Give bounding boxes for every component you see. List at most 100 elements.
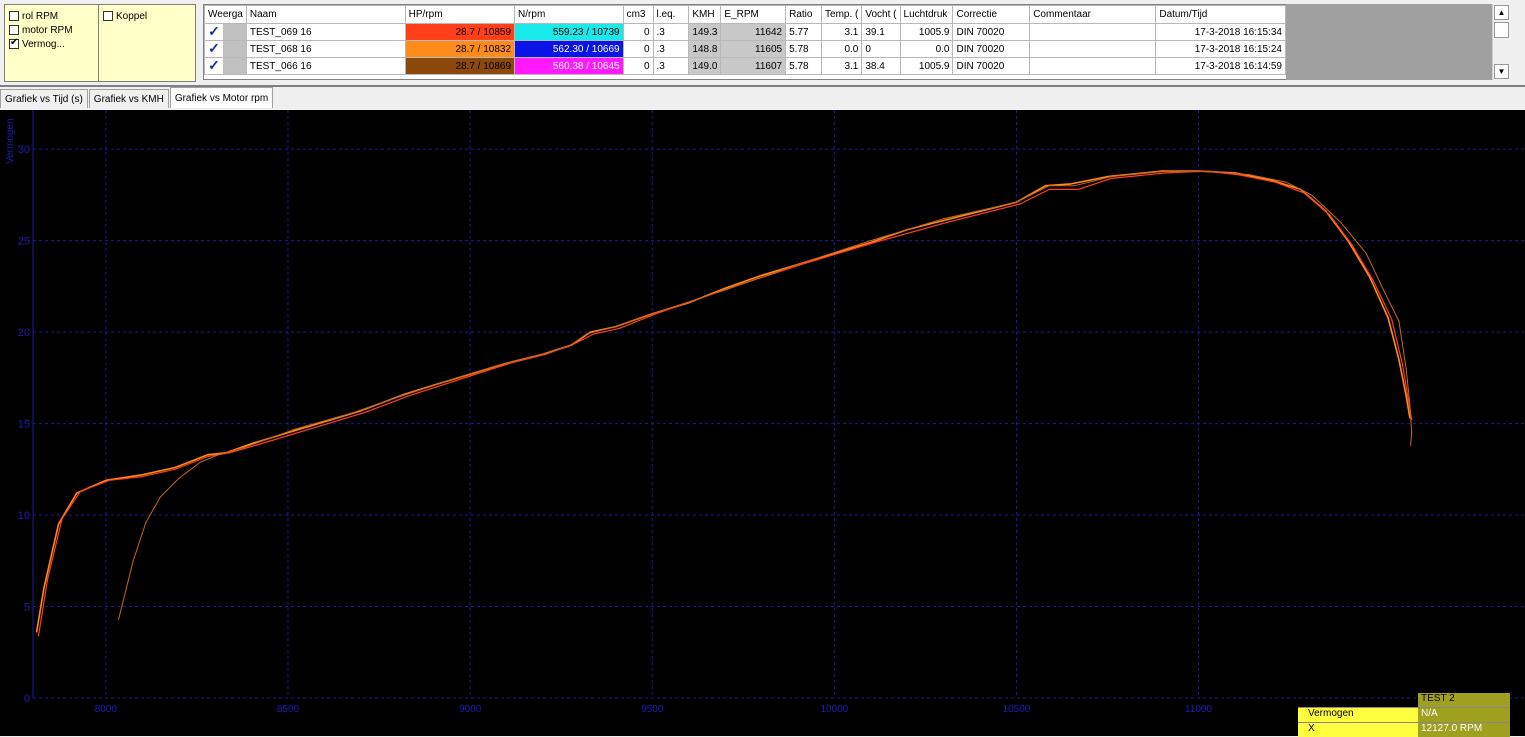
tab-0[interactable]: Grafiek vs Tijd (s): [0, 89, 88, 108]
cell-name: TEST_068 16: [245, 40, 406, 58]
column-header[interactable]: Weerga: [204, 5, 247, 24]
column-header[interactable]: Correctie: [952, 5, 1031, 24]
power-chart[interactable]: 8000 8500 9000 9500 10000 10500 11000 0 5 10 15 20 2…: [0, 110, 1525, 736]
cell-cm3: 0: [622, 57, 654, 75]
mid_panel-checkbox-0[interactable]: Koppel: [103, 9, 147, 23]
cell-ratio: 5.78: [785, 57, 823, 75]
series-2-point: [178, 477, 180, 479]
column-header[interactable]: Vocht (: [861, 5, 901, 24]
table-row[interactable]: ✓ TEST_069 16 28.7 / 10859 559.23 / 10739 0.…: [204, 23, 1286, 41]
series-2-point: [123, 596, 125, 598]
column-header[interactable]: N/rpm: [514, 5, 624, 24]
test-grid[interactable]: Weerga Naam HP/rpm N/rpm cm3 l.eq. KMH E_RPM Rat…: [203, 4, 1287, 80]
column-header[interactable]: Naam: [245, 5, 406, 24]
column-header[interactable]: Temp. (: [821, 5, 863, 24]
cell-vocht: 39.1: [861, 23, 901, 41]
checkbox-icon[interactable]: [9, 25, 19, 35]
column-header[interactable]: Commentaar: [1029, 5, 1157, 24]
y-tick-label: 25: [18, 236, 30, 248]
cell-n: 562.30 / 10669: [514, 40, 624, 58]
series-1-point: [1274, 181, 1276, 183]
series-0-point: [1398, 359, 1400, 361]
left_panel-checkbox-0[interactable]: rol RPM: [9, 9, 58, 23]
series-1-point: [1402, 364, 1404, 366]
visible-check-cell[interactable]: ✓: [204, 40, 247, 58]
cell-temp: 3.1: [821, 57, 863, 75]
cell-name: TEST_069 16: [245, 23, 406, 41]
series-2-point: [1074, 185, 1076, 187]
y-tick-label: 5: [24, 602, 30, 614]
check-icon[interactable]: ✓: [205, 25, 223, 40]
series-0-point: [1369, 276, 1371, 278]
series-1-point: [618, 327, 620, 329]
series-1-point: [469, 375, 471, 377]
visible-check-cell[interactable]: ✓: [204, 57, 247, 75]
graph-tabs: Grafiek vs Tijd (s) Grafiek vs KMH Grafiek…: [0, 87, 274, 109]
series-1-point: [37, 635, 39, 637]
legend-header: TEST 2: [1298, 693, 1510, 707]
series-2-point: [132, 560, 134, 562]
cell-temp: 3.1: [821, 23, 863, 41]
cell-kmh: 149.0: [688, 57, 722, 75]
tab-2[interactable]: Grafiek vs Motor rpm: [169, 87, 274, 108]
column-header[interactable]: Ratio: [785, 5, 823, 24]
left_panel-checkbox-1[interactable]: motor RPM: [9, 23, 73, 37]
series-2-point: [724, 289, 726, 291]
scroll-up-icon[interactable]: ▲: [1494, 5, 1509, 20]
column-header[interactable]: Datum/Tijd: [1155, 5, 1286, 24]
left_panel-checkbox-2[interactable]: Vermog...: [9, 37, 65, 51]
table-row[interactable]: ✓ TEST_068 16 28.7 / 10832 562.30 / 10669 0.…: [204, 40, 1286, 58]
series-2-point: [1311, 194, 1313, 196]
series-2-point: [506, 362, 508, 364]
series-0-point: [105, 479, 107, 481]
checkbox-icon[interactable]: [103, 11, 113, 21]
y-tick-label: 10: [18, 510, 30, 522]
color-swatch: [223, 41, 246, 57]
cell-lucht: 1005.9: [899, 57, 954, 75]
series-0-point: [43, 587, 45, 589]
series-2-point: [294, 428, 296, 430]
checkbox-label: rol RPM: [22, 10, 59, 22]
y-tick-label: 20: [18, 327, 30, 339]
series-0-point: [870, 241, 872, 243]
series-1-point: [1019, 203, 1021, 205]
cell-corr: DIN 70020: [952, 57, 1031, 75]
series-1-point: [229, 452, 231, 454]
column-header[interactable]: E_RPM: [720, 5, 787, 24]
column-header[interactable]: HP/rpm: [404, 5, 516, 24]
series-1-point: [1329, 214, 1331, 216]
checkbox-icon[interactable]: [9, 37, 19, 49]
series-1-point: [1391, 318, 1393, 320]
cell-cm3: 0: [622, 40, 654, 58]
x-tick-label: 10000: [820, 704, 848, 715]
visible-check-cell[interactable]: ✓: [204, 23, 247, 41]
check-icon[interactable]: ✓: [205, 59, 223, 74]
series-1-point: [1077, 188, 1079, 190]
tab-1[interactable]: Grafiek vs KMH: [88, 89, 169, 108]
x-tick-label: 8000: [95, 704, 118, 715]
series-2-point: [243, 446, 245, 448]
color-swatch: [223, 24, 246, 40]
series-0-point: [1270, 179, 1272, 181]
check-icon[interactable]: ✓: [205, 42, 223, 57]
y-tick-label: 0: [24, 693, 30, 705]
y-tick-label: 30: [18, 144, 30, 156]
series-2-point: [1365, 252, 1367, 254]
column-header[interactable]: KMH: [688, 5, 722, 24]
table-row[interactable]: ✓ TEST_066 16 28.7 / 10869 560.38 / 10645 0.…: [204, 57, 1286, 75]
series-0-point: [724, 287, 726, 289]
grid-scrollbar[interactable]: ▲ ▼: [1492, 4, 1510, 80]
column-header[interactable]: cm3: [622, 5, 654, 24]
checkbox-icon[interactable]: [9, 11, 19, 21]
legend-name: X: [1308, 723, 1315, 734]
column-header[interactable]: l.eq.: [652, 5, 690, 24]
series-1-point: [1372, 280, 1374, 282]
series-2-point: [353, 412, 355, 414]
cell-lucht: 0.0: [899, 40, 954, 58]
scroll-thumb[interactable]: [1494, 22, 1509, 38]
column-header[interactable]: Luchtdruk: [899, 5, 954, 24]
series-2-point: [1383, 291, 1385, 293]
series-1-point: [546, 353, 548, 355]
series-0-point: [1409, 417, 1411, 419]
scroll-down-icon[interactable]: ▼: [1494, 64, 1509, 79]
